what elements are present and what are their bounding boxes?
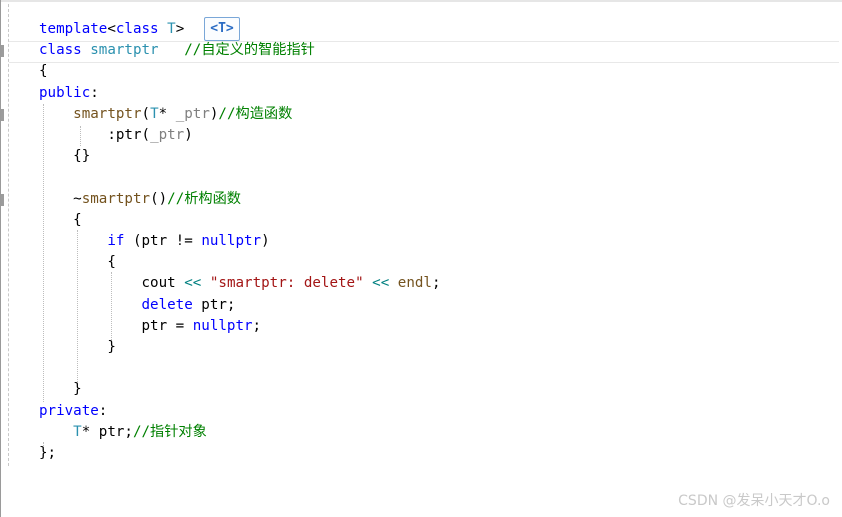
code-line[interactable]: template<class T> (39, 19, 184, 40)
code-token: :ptr( (107, 127, 151, 143)
code-line[interactable]: { (39, 252, 116, 273)
code-token: : (90, 84, 99, 101)
code-token: //构造函数 (218, 105, 293, 122)
code-line[interactable]: {} (39, 146, 90, 167)
code-token: if (107, 233, 125, 249)
code-token: } (73, 381, 82, 398)
code-token: //析构函数 (167, 190, 241, 207)
code-token: * (158, 105, 176, 122)
code-line[interactable]: delete ptr; (39, 295, 236, 316)
code-token: //指针对象 (132, 423, 207, 440)
code-token: () (150, 190, 168, 207)
code-token: T (167, 21, 176, 37)
code-token: class (39, 42, 82, 59)
code-line[interactable]: private: (39, 401, 107, 422)
code-line[interactable]: if (ptr != nullptr) (39, 231, 270, 252)
code-token: delete (141, 296, 193, 313)
code-line[interactable]: }; (39, 443, 56, 464)
code-token: : (98, 402, 108, 419)
code-line[interactable]: { (39, 61, 48, 82)
code-token: //自定义的智能指针 (184, 42, 315, 59)
code-token: ) (261, 233, 270, 249)
code-token: T (73, 423, 82, 440)
code-line[interactable]: smartptr(T* _ptr)//构造函数 (39, 104, 292, 125)
collapse-marker[interactable] (1, 45, 4, 57)
gutter-outline-guide (8, 4, 9, 466)
code-line[interactable]: public: (39, 83, 99, 104)
code-token: ) (184, 127, 193, 143)
code-line[interactable]: } (39, 337, 116, 358)
code-token: smartptr (90, 42, 159, 59)
code-token: ; (252, 317, 262, 334)
watermark: CSDN @发呆小天才O.o (678, 493, 830, 509)
code-line[interactable]: class smartptr //自定义的智能指针 (39, 40, 315, 61)
code-token: public (39, 84, 91, 101)
code-token: _ptr (150, 127, 185, 143)
code-token: < (107, 21, 116, 37)
code-token: class (115, 21, 159, 37)
code-token: _ptr (175, 105, 210, 122)
code-line[interactable]: ptr = nullptr; (39, 316, 262, 337)
code-token: { (73, 211, 82, 228)
editor-top-border (0, 0, 842, 2)
code-token: * ptr; (81, 423, 133, 440)
code-line[interactable]: } (39, 379, 82, 400)
code-token: "smartptr: delete" (209, 275, 364, 292)
code-token: } (107, 339, 116, 355)
code-line[interactable]: :ptr(_ptr) (39, 125, 193, 146)
editor-left-border (0, 0, 1, 517)
code-editor[interactable]: template<class T> class smartptr //自定义的智能… (0, 0, 842, 517)
code-token: T (150, 105, 159, 122)
template-hint-badge[interactable]: <T> (204, 17, 240, 41)
code-line[interactable]: { (39, 210, 82, 231)
code-token: smartptr (73, 105, 142, 122)
code-token: smartptr (81, 190, 151, 207)
code-token: nullptr (192, 317, 253, 334)
code-token: ; (431, 275, 441, 292)
code-token: ptr = (141, 317, 193, 334)
code-token: { (39, 63, 48, 80)
code-line[interactable]: T* ptr;//指针对象 (39, 422, 207, 443)
code-token: << (184, 275, 202, 292)
code-token: ptr; (192, 296, 236, 313)
code-token: << (372, 275, 390, 292)
code-token: {} (73, 148, 91, 165)
code-token: > (175, 21, 185, 37)
collapse-marker[interactable] (1, 109, 4, 121)
collapse-marker[interactable] (1, 194, 4, 206)
code-token: }; (39, 445, 57, 461)
code-token: ~ (73, 190, 82, 207)
code-token: endl (397, 275, 432, 292)
code-token: ( (141, 105, 151, 122)
code-line[interactable]: cout << "smartptr: delete" << endl; (39, 273, 441, 294)
code-token: cout (141, 275, 185, 292)
code-token: { (107, 254, 116, 271)
code-token: template (39, 21, 108, 37)
code-line[interactable]: ~smartptr()//析构函数 (39, 189, 241, 210)
code-token: nullptr (201, 233, 262, 249)
code-token: (ptr != (124, 233, 202, 249)
code-token: private (39, 402, 99, 419)
